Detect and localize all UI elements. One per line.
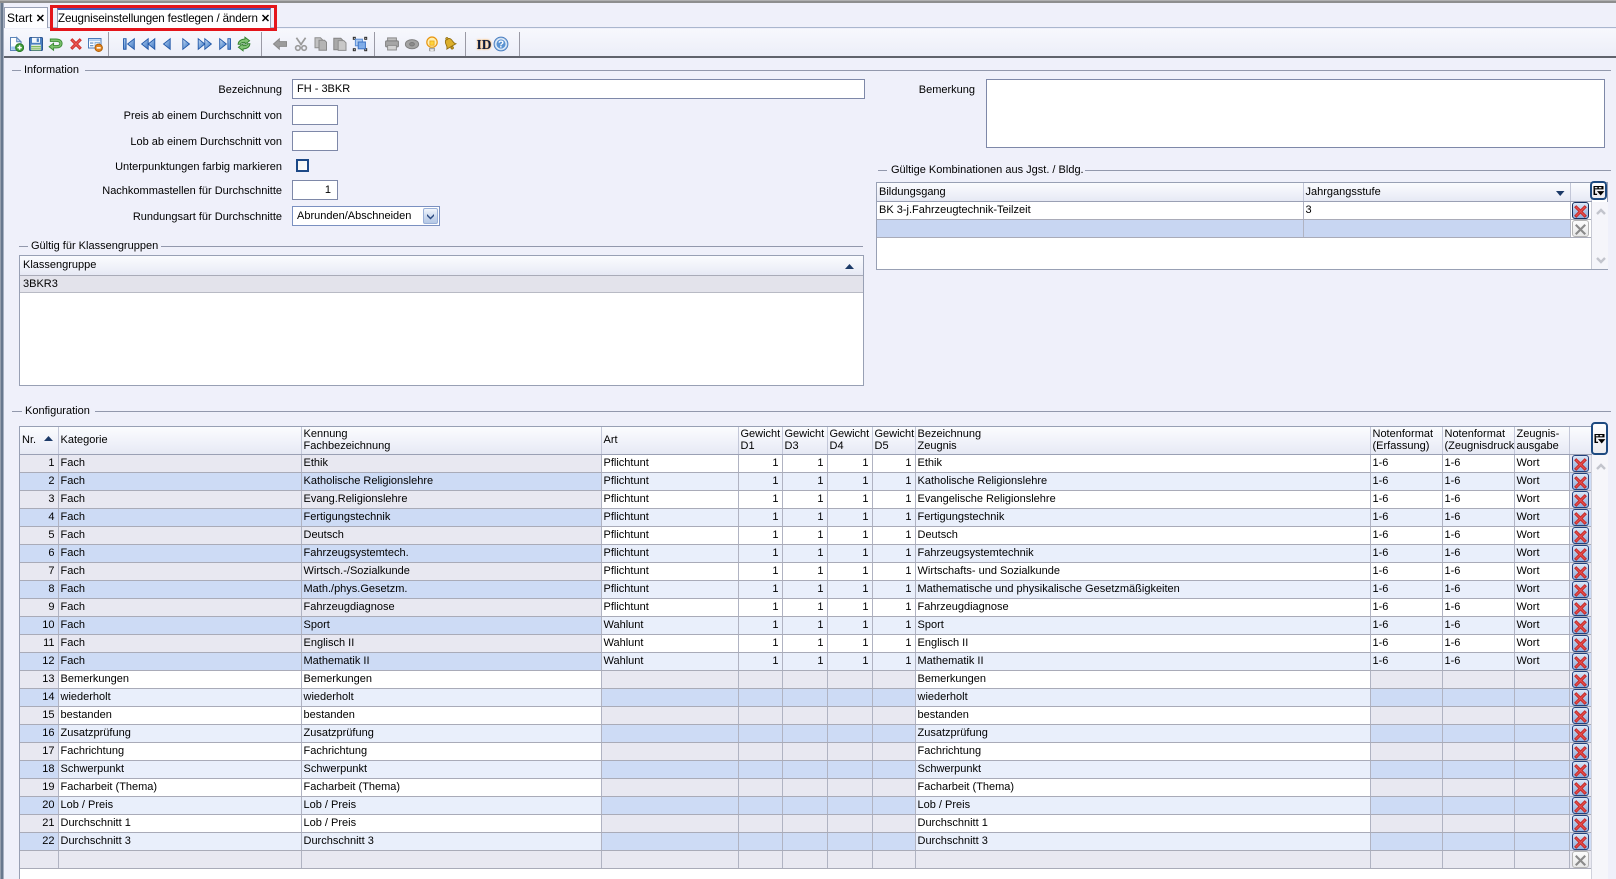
- svg-text:?: ?: [498, 40, 504, 51]
